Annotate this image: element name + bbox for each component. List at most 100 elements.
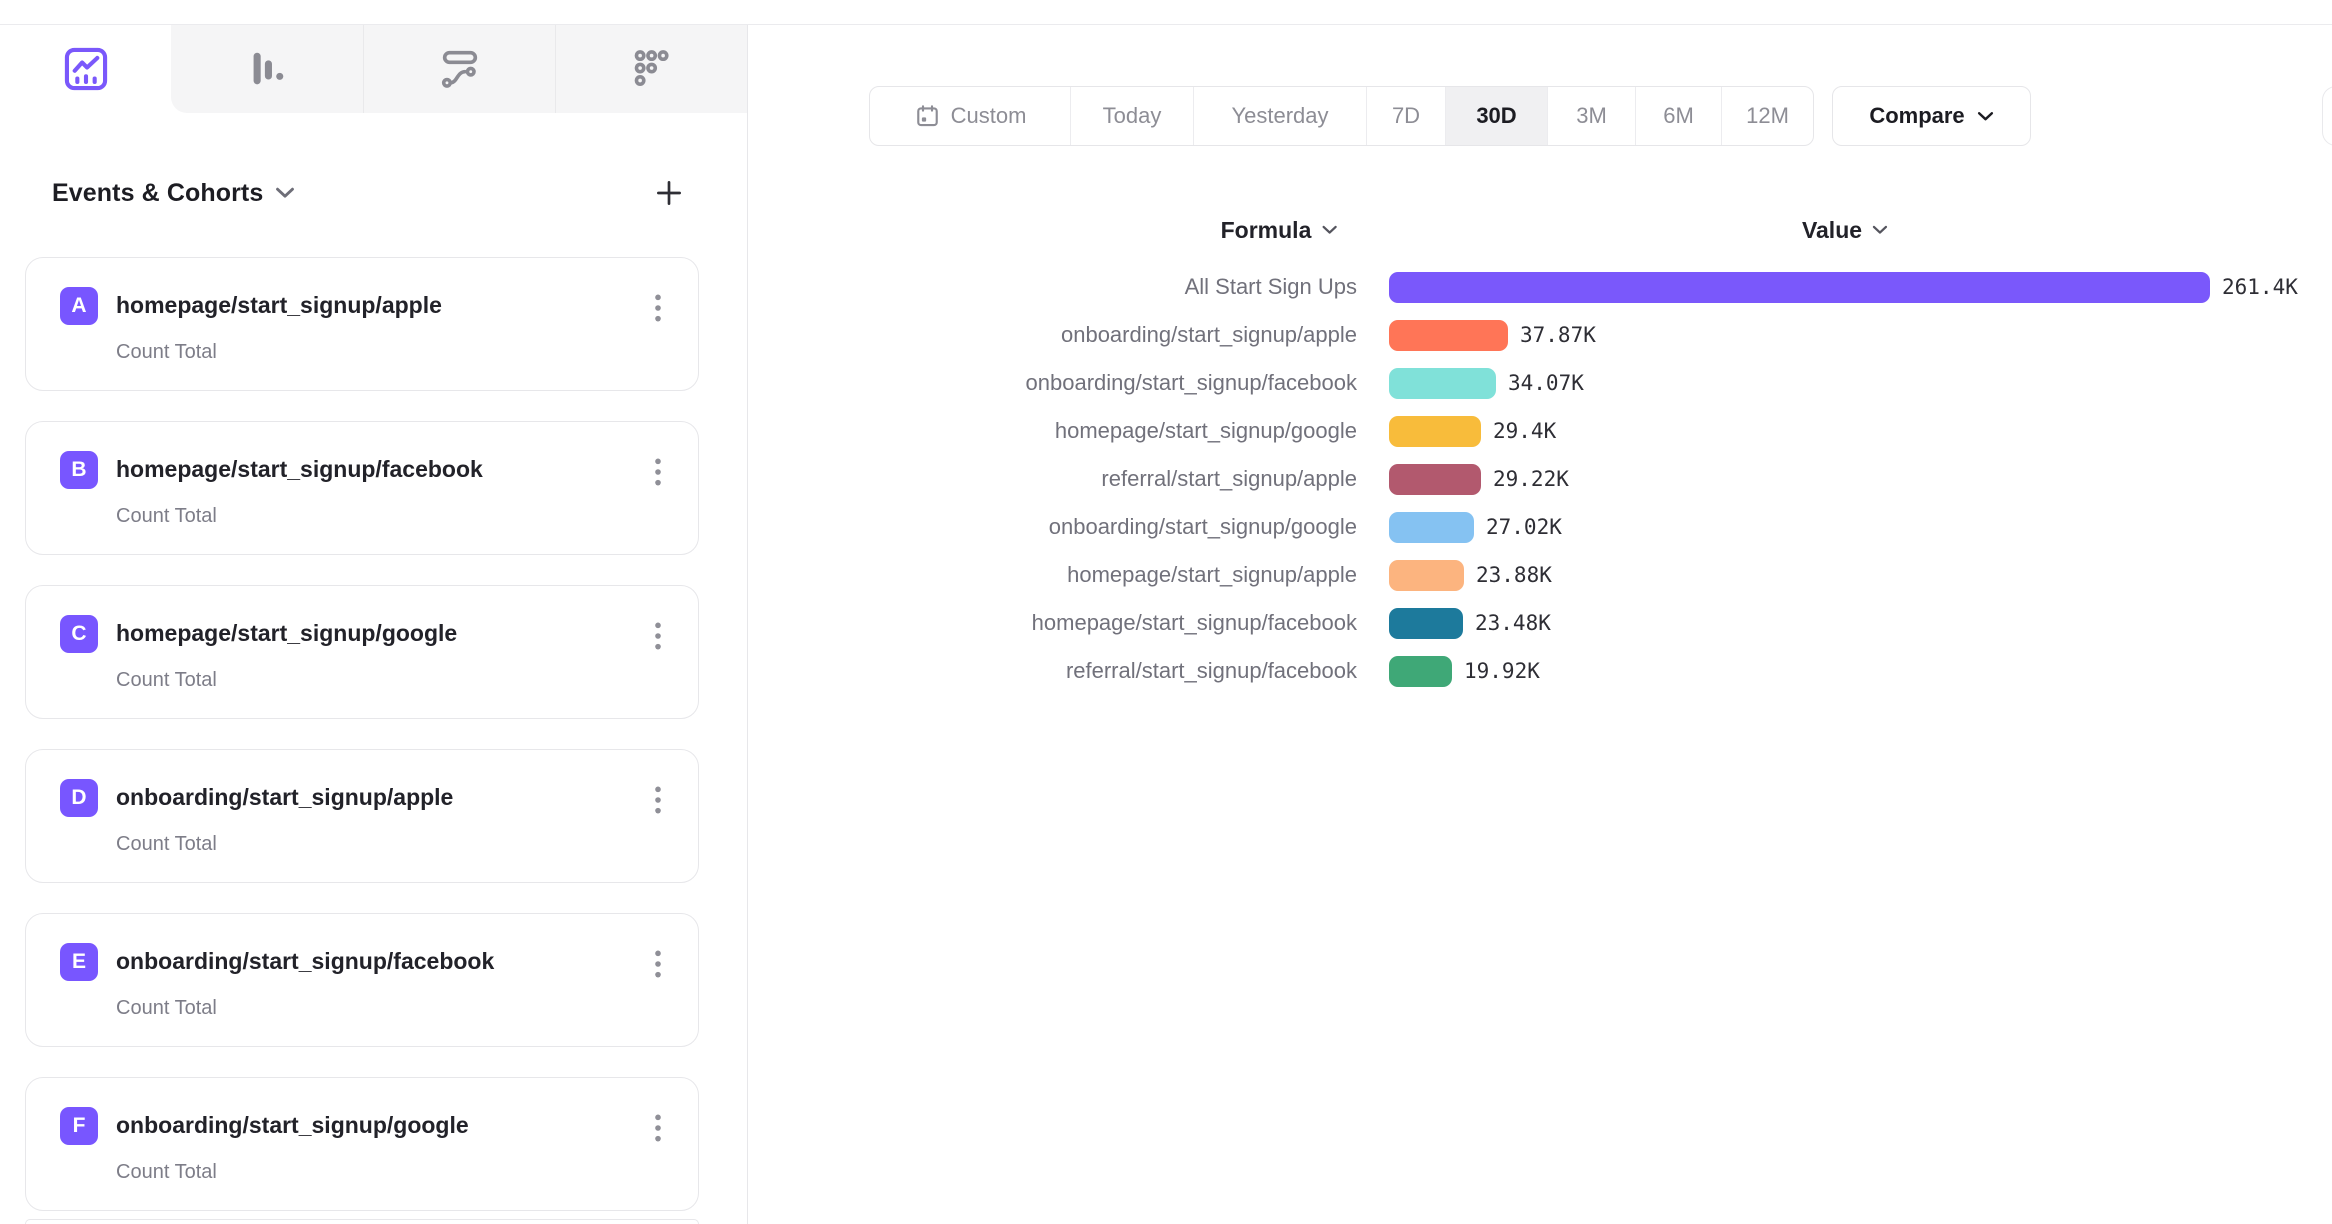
bar[interactable] [1389,608,1463,639]
range-12m[interactable]: 12M [1721,87,1813,145]
calendar-icon [914,103,941,130]
event-card[interactable]: B homepage/start_signup/facebook Count T… [25,421,699,555]
chart-row: homepage/start_signup/facebook 23.48K [749,599,2332,647]
bar-value: 19.92K [1464,659,1540,683]
bar-label: onboarding/start_signup/google [749,514,1357,540]
bar[interactable] [1389,416,1481,447]
tab-flows[interactable] [363,25,555,113]
bar[interactable] [1389,512,1474,543]
range-label: 30D [1476,103,1516,129]
event-metric[interactable]: Count Total [116,341,217,364]
series-badge: D [60,779,98,817]
event-list: A homepage/start_signup/apple Count Tota… [25,257,699,1224]
tab-retention[interactable] [555,25,747,113]
chevron-down-icon [275,187,295,199]
event-name: homepage/start_signup/facebook [116,456,483,483]
event-card[interactable]: C homepage/start_signup/google Count Tot… [25,585,699,719]
range-label: 6M [1663,103,1694,129]
insights-report-app: Events & Cohorts A homepage/start_signup… [0,0,2332,1224]
range-6m[interactable]: 6M [1635,87,1721,145]
retention-dots-icon [629,46,675,92]
chart-row: referral/start_signup/facebook 19.92K [749,647,2332,695]
date-range-control: Custom Today Yesterday 7D 30D 3M 6M 12M [869,86,1814,146]
insights-line-chart-icon [60,43,112,95]
event-metric[interactable]: Count Total [116,997,217,1020]
bar-label: referral/start_signup/apple [749,466,1357,492]
bar-value: 37.87K [1520,323,1596,347]
tab-funnels[interactable] [171,25,363,113]
series-badge: E [60,943,98,981]
kebab-menu-icon[interactable] [644,618,672,654]
funnel-bars-icon [244,46,290,92]
main-panel: Custom Today Yesterday 7D 30D 3M 6M 12M … [749,25,2332,1224]
formula-header-label: Formula [1221,217,1312,244]
top-strip [0,0,2332,25]
event-card[interactable]: E onboarding/start_signup/facebook Count… [25,913,699,1047]
chevron-down-icon [1321,225,1337,235]
bar-value: 29.22K [1493,467,1569,491]
chevron-down-icon [1872,225,1888,235]
compare-button[interactable]: Compare [1832,86,2031,146]
range-label: 7D [1392,103,1420,129]
series-badge: C [60,615,98,653]
kebab-menu-icon[interactable] [644,946,672,982]
event-card[interactable]: A homepage/start_signup/apple Count Tota… [25,257,699,391]
event-metric[interactable]: Count Total [116,669,217,692]
kebab-menu-icon[interactable] [644,290,672,326]
series-badge: A [60,287,98,325]
range-7d[interactable]: 7D [1366,87,1445,145]
event-card[interactable]: F onboarding/start_signup/google Count T… [25,1077,699,1211]
chart-type-tabbar [0,25,747,113]
event-name: homepage/start_signup/google [116,620,457,647]
chevron-down-icon [1977,111,1994,122]
range-label: Yesterday [1231,103,1328,129]
bar-label: All Start Sign Ups [749,274,1357,300]
bar[interactable] [1389,560,1464,591]
bar-label: homepage/start_signup/facebook [749,610,1357,636]
bar-label: referral/start_signup/facebook [749,658,1357,684]
chart-row: onboarding/start_signup/facebook 34.07K [749,359,2332,407]
chart-row: referral/start_signup/apple 29.22K [749,455,2332,503]
bar[interactable] [1389,320,1508,351]
formula-column-header[interactable]: Formula [1221,213,1338,247]
bar[interactable] [1389,464,1481,495]
add-event-button[interactable] [649,173,689,213]
bar-value: 23.88K [1476,563,1552,587]
event-metric[interactable]: Count Total [116,833,217,856]
bar-label: homepage/start_signup/apple [749,562,1357,588]
flows-icon [437,46,483,92]
value-column-header[interactable]: Value [1802,213,1888,247]
kebab-menu-icon[interactable] [644,454,672,490]
events-cohorts-dropdown[interactable]: Events & Cohorts [52,179,295,208]
range-label: 3M [1576,103,1607,129]
kebab-menu-icon[interactable] [644,782,672,818]
range-3m[interactable]: 3M [1547,87,1635,145]
value-header-label: Value [1802,217,1862,244]
chart-row: homepage/start_signup/apple 23.88K [749,551,2332,599]
event-card[interactable]: D onboarding/start_signup/apple Count To… [25,749,699,883]
event-metric[interactable]: Count Total [116,505,217,528]
range-30d[interactable]: 30D [1445,87,1547,145]
event-name: homepage/start_signup/apple [116,292,442,319]
tab-insights[interactable] [0,25,171,113]
series-badge: B [60,451,98,489]
sidebar: Events & Cohorts A homepage/start_signup… [0,25,748,1224]
bar-label: homepage/start_signup/google [749,418,1357,444]
bar[interactable] [1389,656,1452,687]
inactive-tab-group [171,25,747,113]
chart-row: All Start Sign Ups 261.4K [749,263,2332,311]
range-yesterday[interactable]: Yesterday [1193,87,1366,145]
bar-value: 261.4K [2222,275,2298,299]
bar[interactable] [1389,272,2210,303]
clipped-button-partial[interactable] [2322,86,2332,146]
range-custom[interactable]: Custom [870,87,1070,145]
bar[interactable] [1389,368,1496,399]
bar-label: onboarding/start_signup/apple [749,322,1357,348]
kebab-menu-icon[interactable] [644,1110,672,1146]
bar-value: 34.07K [1508,371,1584,395]
series-badge: F [60,1107,98,1145]
bar-value: 29.4K [1493,419,1556,443]
range-today[interactable]: Today [1070,87,1193,145]
event-metric[interactable]: Count Total [116,1161,217,1184]
next-event-card-partial [25,1219,699,1224]
